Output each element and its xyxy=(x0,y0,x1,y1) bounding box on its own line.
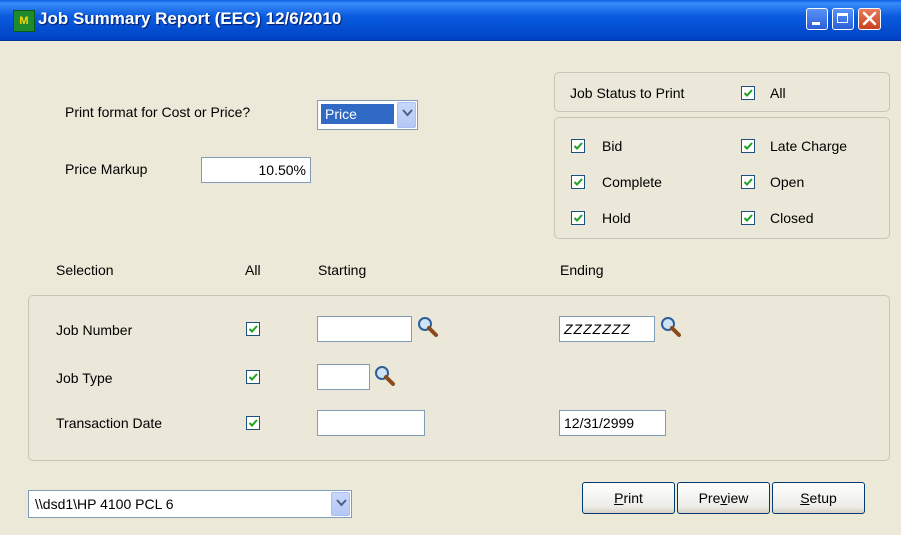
lookup-icon[interactable] xyxy=(659,315,683,339)
status-label: Job Status to Print xyxy=(570,85,685,101)
preview-button-label-pre: Pre xyxy=(698,490,721,506)
status-late-charge-label: Late Charge xyxy=(770,138,848,154)
status-hold-checkbox[interactable] xyxy=(571,211,585,225)
status-bid-label: Bid xyxy=(602,138,623,154)
format-label: Print format for Cost or Price? xyxy=(65,104,251,120)
close-button[interactable] xyxy=(858,8,881,30)
starting-header: Starting xyxy=(318,262,367,278)
checkmark-icon xyxy=(248,373,258,381)
setup-button-label-post: etup xyxy=(809,490,837,506)
selection-group xyxy=(28,295,890,461)
printer-select[interactable]: \\dsd1\HP 4100 PCL 6 xyxy=(28,490,352,518)
status-complete-label: Complete xyxy=(602,174,662,190)
markup-input[interactable]: 10.50% xyxy=(201,157,311,183)
transaction-date-all-checkbox[interactable] xyxy=(246,416,260,430)
checkmark-icon xyxy=(573,142,583,150)
setup-button-accel: S xyxy=(800,490,810,506)
title-bar[interactable]: M Job Summary Report (EEC) 12/6/2010 xyxy=(0,0,901,41)
job-number-label: Job Number xyxy=(56,322,133,338)
printer-dropdown-button[interactable] xyxy=(331,492,350,516)
app-icon: M xyxy=(13,10,35,32)
print-button-label-post: rint xyxy=(623,490,643,506)
checkmark-icon xyxy=(573,214,583,222)
chevron-down-icon xyxy=(402,109,413,117)
lookup-icon[interactable] xyxy=(416,315,440,339)
chevron-down-icon xyxy=(336,499,347,507)
maximize-icon xyxy=(837,13,848,23)
status-closed-checkbox[interactable] xyxy=(741,211,755,225)
job-type-label: Job Type xyxy=(56,370,113,386)
job-number-all-checkbox[interactable] xyxy=(246,322,260,336)
status-all-checkbox[interactable] xyxy=(741,86,755,100)
checkmark-icon xyxy=(248,419,258,427)
lookup-icon[interactable] xyxy=(373,364,397,388)
ending-header: Ending xyxy=(560,262,604,278)
status-bid-checkbox[interactable] xyxy=(571,139,585,153)
maximize-button[interactable] xyxy=(832,8,854,30)
minimize-button[interactable] xyxy=(806,8,828,30)
status-closed-label: Closed xyxy=(770,210,814,226)
printer-value: \\dsd1\HP 4100 PCL 6 xyxy=(35,496,174,512)
job-number-starting-input[interactable] xyxy=(317,316,412,342)
all-header: All xyxy=(245,262,261,278)
status-hold-label: Hold xyxy=(602,210,631,226)
selection-header: Selection xyxy=(56,262,114,278)
markup-label: Price Markup xyxy=(65,161,148,177)
checkmark-icon xyxy=(743,89,753,97)
print-button[interactable]: Print xyxy=(582,482,675,514)
job-type-all-checkbox[interactable] xyxy=(246,370,260,384)
job-type-starting-input[interactable] xyxy=(317,364,370,390)
format-dropdown-button[interactable] xyxy=(397,102,416,128)
format-value: Price xyxy=(321,104,394,124)
window-title: Job Summary Report (EEC) 12/6/2010 xyxy=(38,9,342,28)
checkmark-icon xyxy=(743,178,753,186)
close-icon xyxy=(862,11,877,26)
status-open-checkbox[interactable] xyxy=(741,175,755,189)
format-select[interactable]: Price xyxy=(317,100,418,130)
preview-button-label-post: iew xyxy=(727,490,749,506)
transaction-date-starting-input[interactable] xyxy=(317,410,425,436)
checkmark-icon xyxy=(743,214,753,222)
status-all-label: All xyxy=(770,85,786,101)
status-open-label: Open xyxy=(770,174,805,190)
status-complete-checkbox[interactable] xyxy=(571,175,585,189)
transaction-date-ending-input[interactable]: 12/31/2999 xyxy=(559,410,666,436)
setup-button[interactable]: Setup xyxy=(772,482,865,514)
preview-button[interactable]: Preview xyxy=(677,482,770,514)
checkmark-icon xyxy=(743,142,753,150)
checkmark-icon xyxy=(573,178,583,186)
job-number-ending-input[interactable]: ZZZZZZZ xyxy=(559,316,655,342)
minimize-icon xyxy=(812,22,820,25)
transaction-date-label: Transaction Date xyxy=(56,415,163,431)
status-late-charge-checkbox[interactable] xyxy=(741,139,755,153)
checkmark-icon xyxy=(248,325,258,333)
